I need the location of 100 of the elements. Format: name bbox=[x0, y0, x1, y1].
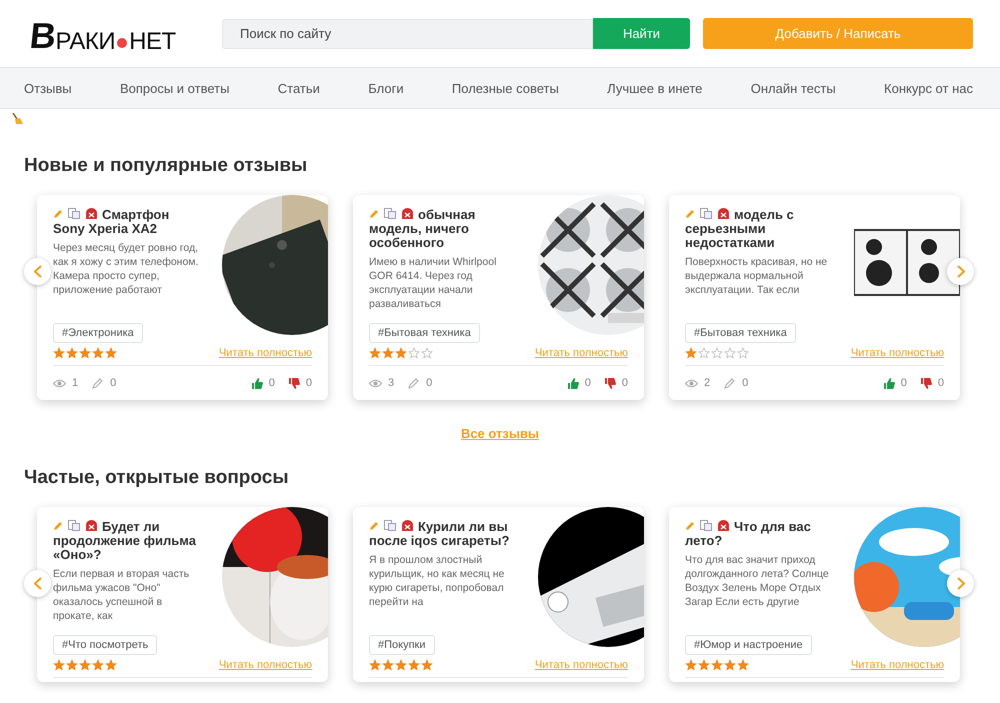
star-icon bbox=[369, 659, 381, 671]
star-icon bbox=[382, 659, 394, 671]
warning-icon bbox=[85, 208, 98, 219]
star-icon bbox=[92, 659, 104, 671]
star-icon bbox=[66, 659, 78, 671]
star-icon bbox=[421, 659, 433, 671]
eye-icon bbox=[369, 378, 382, 388]
thumbs-up-icon[interactable] bbox=[884, 378, 895, 388]
search-field[interactable]: Поиск по сайту bbox=[222, 18, 593, 48]
star-icon bbox=[685, 347, 697, 359]
next-button[interactable] bbox=[947, 258, 974, 285]
comment-count: 0 bbox=[742, 377, 750, 389]
star-icon bbox=[724, 659, 736, 671]
card-excerpt: Если первая и вторая часть фильма ужасов "Оно" оказалось успешной в прокате, как bbox=[53, 567, 190, 623]
dislike-count: 0 bbox=[938, 377, 944, 389]
star-icon bbox=[105, 347, 117, 359]
nav-link[interactable]: Статьи bbox=[278, 80, 320, 96]
chevron-icon bbox=[956, 577, 964, 590]
pencil-icon bbox=[53, 521, 63, 531]
star-icon bbox=[369, 347, 381, 359]
section-heading: Новые и популярные отзывы bbox=[24, 155, 308, 177]
card-excerpt: Что для вас значит приход долгожданного лета? Солнце Воздух Зелень Море Отдых Загар Если есть другие bbox=[685, 553, 830, 609]
previous-button[interactable] bbox=[24, 570, 51, 597]
eye-icon bbox=[685, 378, 698, 388]
chevron-icon bbox=[34, 265, 42, 278]
pencil-icon bbox=[92, 377, 104, 389]
like-count: 0 bbox=[584, 377, 591, 389]
pencil-icon bbox=[685, 209, 695, 219]
star-icon bbox=[53, 347, 65, 359]
previous-button[interactable] bbox=[24, 258, 51, 285]
empty-star-icon bbox=[711, 347, 723, 359]
warning-icon bbox=[85, 520, 98, 531]
section-heading: Частые, открытые вопросы bbox=[24, 467, 290, 489]
pencil-icon bbox=[53, 209, 63, 219]
category-tag[interactable]: #Бытовая техника bbox=[369, 323, 480, 343]
pencil-icon bbox=[685, 521, 695, 531]
star-icon bbox=[685, 659, 697, 671]
comment-count: 0 bbox=[426, 377, 434, 389]
card-excerpt: Через месяц будет ровно год, как я хожу с этим телефоном. Камера просто супер, приложение работают bbox=[53, 241, 200, 297]
like-count: 0 bbox=[900, 377, 907, 389]
star-icon bbox=[105, 659, 117, 671]
star-icon bbox=[737, 659, 749, 671]
document-icon bbox=[700, 208, 712, 219]
next-button[interactable] bbox=[947, 570, 974, 597]
card-title[interactable]: Курили ли вы после iqos сигареты? bbox=[369, 520, 518, 548]
warning-icon bbox=[717, 208, 730, 219]
view-count: 1 bbox=[72, 377, 78, 389]
warning-icon bbox=[401, 520, 414, 531]
view-count: 3 bbox=[388, 377, 394, 389]
star-icon bbox=[395, 347, 407, 359]
category-tag[interactable]: #Юмор и настроение bbox=[685, 635, 812, 655]
nav-link[interactable]: Конкурс от нас bbox=[884, 80, 973, 96]
category-tag[interactable]: #Покупки bbox=[369, 635, 434, 655]
nav-link[interactable]: Блоги bbox=[368, 80, 404, 96]
card-title[interactable]: Будет ли продолжение фильма «Оно»? bbox=[53, 520, 202, 562]
chevron-icon bbox=[956, 265, 964, 278]
like-count: 0 bbox=[268, 377, 275, 389]
thumbs-down-icon[interactable] bbox=[920, 378, 932, 388]
warning-icon bbox=[717, 520, 730, 531]
thumbs-down-icon[interactable] bbox=[604, 378, 616, 388]
card-title[interactable]: модель с серьезными недостатками bbox=[685, 208, 834, 250]
star-icon bbox=[711, 659, 723, 671]
card-excerpt: Я в прошлом злостный курильщик, но как месяц не курю сигареты, попробовал перейти на bbox=[369, 553, 506, 609]
star-icon bbox=[408, 659, 420, 671]
logo[interactable]: ВРАКИ НЕТ bbox=[30, 14, 222, 54]
warning-icon bbox=[401, 208, 414, 219]
thumbs-down-icon[interactable] bbox=[288, 378, 300, 388]
empty-star-icon bbox=[737, 347, 749, 359]
category-tag[interactable]: #Что посмотреть bbox=[53, 635, 158, 655]
star-icon bbox=[382, 347, 394, 359]
document-icon bbox=[68, 208, 80, 219]
document-icon bbox=[68, 520, 80, 531]
nav-link[interactable]: Вопросы и ответы bbox=[120, 80, 230, 96]
card-title[interactable]: Смартфон Sony Xperia XA2 bbox=[53, 208, 202, 236]
card-title[interactable]: обычная модель, ничего особенного bbox=[369, 208, 518, 250]
card-excerpt: Поверхность красивая, но не выдержала нормальной эксплуатации. Так если bbox=[685, 255, 828, 297]
star-icon bbox=[79, 659, 91, 671]
category-tag[interactable]: #Электроника bbox=[53, 323, 143, 343]
nav-link[interactable]: Отзывы bbox=[24, 80, 72, 96]
document-icon bbox=[384, 208, 396, 219]
thumbs-up-icon[interactable] bbox=[252, 378, 263, 388]
dislike-count: 0 bbox=[306, 377, 312, 389]
document-icon bbox=[700, 520, 712, 531]
broom-icon bbox=[12, 113, 23, 125]
chevron-icon bbox=[34, 577, 42, 590]
pencil-icon bbox=[724, 377, 736, 389]
view-count: 2 bbox=[704, 377, 710, 389]
thumbs-up-icon[interactable] bbox=[568, 378, 579, 388]
empty-star-icon bbox=[724, 347, 736, 359]
nav-link[interactable]: Онлайн тесты bbox=[750, 80, 836, 96]
card-title[interactable]: Что для вас лето? bbox=[685, 520, 834, 548]
category-tag[interactable]: #Бытовая техника bbox=[685, 323, 796, 343]
nav-link[interactable]: Лучшее в инете bbox=[607, 80, 702, 96]
empty-star-icon bbox=[421, 347, 433, 359]
eye-icon bbox=[53, 378, 66, 388]
star-icon bbox=[92, 347, 104, 359]
dislike-count: 0 bbox=[622, 377, 628, 389]
star-icon bbox=[79, 347, 91, 359]
nav-link[interactable]: Полезные советы bbox=[452, 80, 559, 96]
star-icon bbox=[698, 659, 710, 671]
